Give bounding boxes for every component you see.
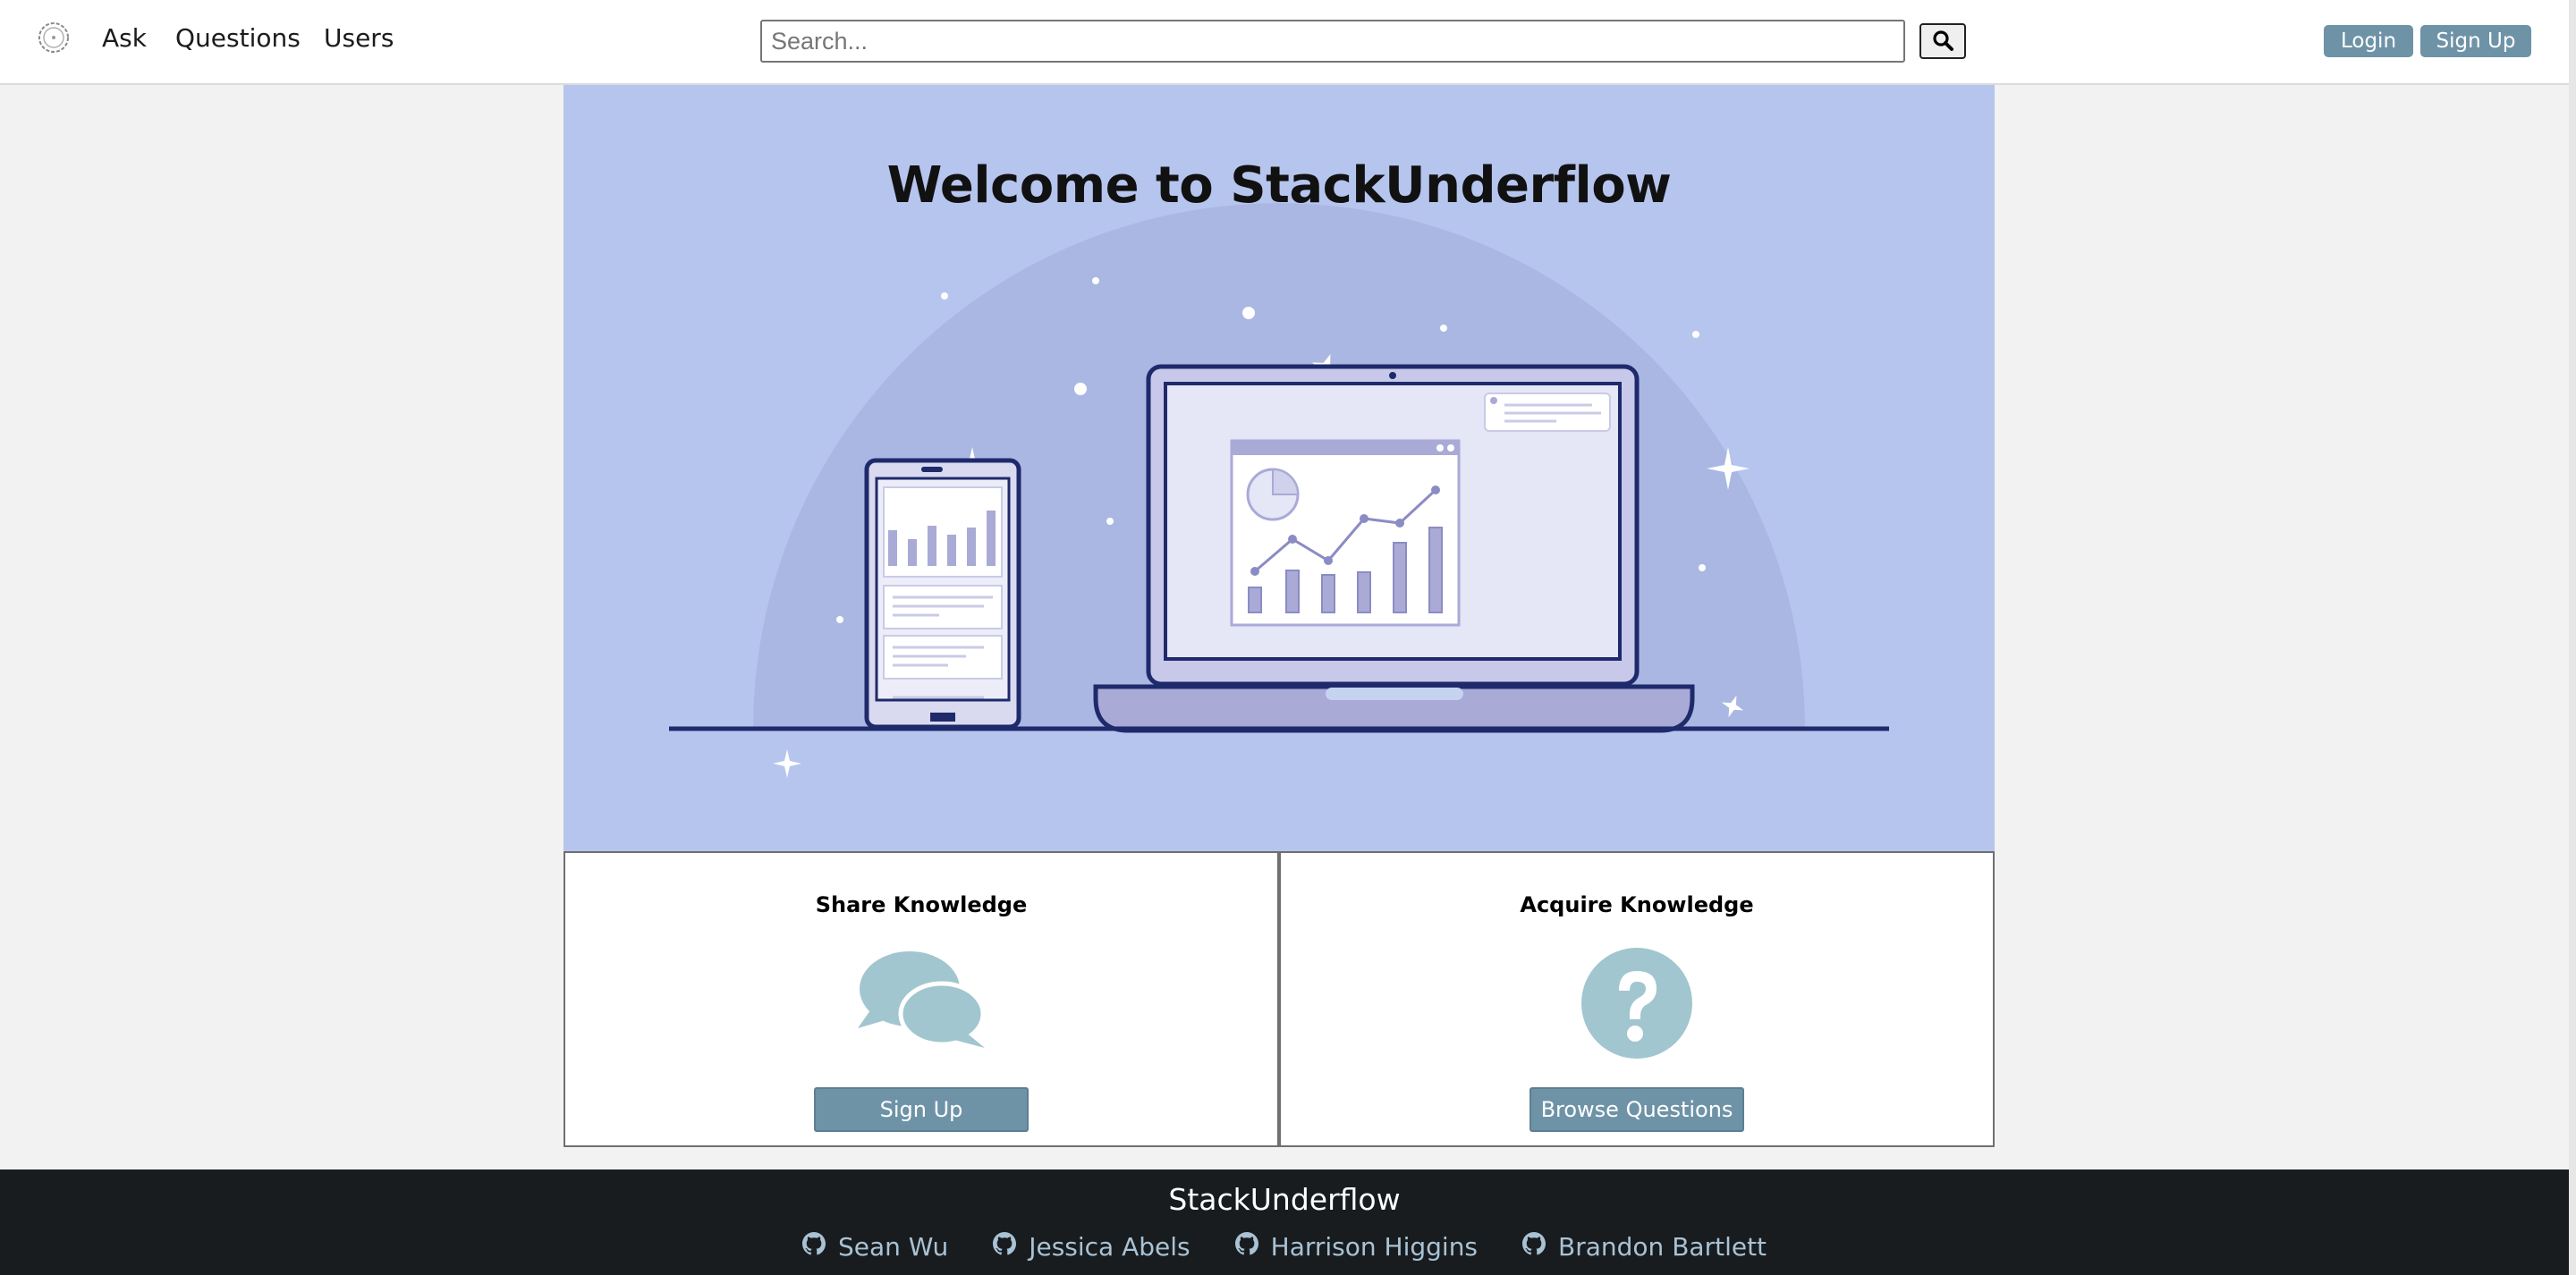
github-icon [1234, 1232, 1258, 1262]
hero-banner: Welcome to StackUnderflow [564, 85, 1995, 851]
question-circle-icon [1580, 946, 1694, 1064]
search-input[interactable] [760, 20, 1905, 63]
contributor-link-harrison-higgins[interactable]: Harrison Higgins [1234, 1232, 1479, 1262]
card-title: Share Knowledge [815, 892, 1028, 917]
contributor-name: Sean Wu [837, 1232, 949, 1262]
acquire-knowledge-card: Acquire Knowledge Browse Questions [1279, 851, 1995, 1147]
window-scrollbar[interactable] [2569, 0, 2576, 1275]
site-footer: StackUnderflow Sean Wu Jessica Abels Har… [0, 1169, 2569, 1275]
contributor-name: Jessica Abels [1029, 1232, 1191, 1262]
footer-title: StackUnderflow [1168, 1182, 1401, 1217]
contributor-name: Harrison Higgins [1270, 1232, 1479, 1262]
contributor-link-sean-wu[interactable]: Sean Wu [801, 1232, 949, 1262]
signup-card-button[interactable]: Sign Up [814, 1087, 1029, 1132]
sun-logo-icon[interactable] [36, 20, 72, 55]
chat-bubbles-icon [854, 946, 988, 1057]
nav-link-ask[interactable]: Ask [102, 23, 147, 53]
nav-link-users[interactable]: Users [324, 23, 394, 53]
share-knowledge-card: Share Knowledge Sign Up [564, 851, 1279, 1147]
hero-title: Welcome to StackUnderflow [886, 156, 1672, 215]
magnifier-icon [1931, 29, 1954, 55]
signup-nav-button[interactable]: Sign Up [2420, 25, 2531, 57]
card-title: Acquire Knowledge [1520, 892, 1754, 917]
contributor-link-brandon-bartlett[interactable]: Brandon Bartlett [1522, 1232, 1767, 1262]
nav-link-questions[interactable]: Questions [175, 23, 301, 53]
contributor-links: Sean Wu Jessica Abels Harrison Higgins B… [0, 1232, 2569, 1262]
login-button[interactable]: Login [2324, 25, 2413, 57]
top-navbar: Ask Questions Users Login Sign Up [0, 0, 2569, 85]
contributor-name: Brandon Bartlett [1558, 1232, 1767, 1262]
github-icon [993, 1232, 1017, 1262]
browse-questions-button[interactable]: Browse Questions [1530, 1087, 1744, 1132]
github-icon [801, 1232, 826, 1262]
contributor-link-jessica-abels[interactable]: Jessica Abels [993, 1232, 1191, 1262]
search-button[interactable] [1919, 23, 1966, 59]
github-icon [1522, 1232, 1546, 1262]
